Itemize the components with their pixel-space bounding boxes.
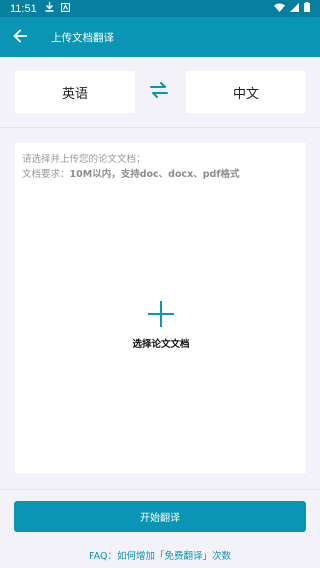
wifi-icon — [274, 2, 285, 15]
select-document-label: 选择论文文档 — [132, 339, 190, 350]
hint-line-2: 文档要求：10M以内，支持doc、docx、pdf格式 — [22, 167, 239, 182]
hint-requirement-detail: 10M以内，支持doc、docx、pdf格式 — [69, 169, 240, 180]
swap-icon — [150, 82, 168, 102]
select-document-button[interactable]: 选择论文文档 — [111, 299, 211, 351]
app-bar: 上传文档翻译 — [0, 17, 320, 57]
upload-area: 请选择并上传您的论文文档； 文档要求：10M以内，支持doc、docx、pdf格… — [15, 143, 306, 473]
language-selector: 英语 中文 — [0, 57, 320, 127]
faq-link[interactable]: FAQ：如何增加「免费翻译」次数 — [0, 548, 320, 562]
swap-language-button[interactable] — [148, 81, 170, 103]
plus-icon — [146, 299, 176, 329]
signal-icon — [290, 2, 299, 15]
arrow-left-icon — [13, 28, 27, 47]
download-icon — [45, 2, 54, 15]
hint-line-1: 请选择并上传您的论文文档； — [22, 154, 146, 165]
hint-requirement-label: 文档要求： — [22, 169, 70, 180]
status-time: 11:51 — [10, 2, 37, 15]
battery-icon — [304, 2, 310, 15]
divider — [0, 127, 320, 128]
start-translation-button[interactable]: 开始翻译 — [14, 501, 306, 532]
back-button[interactable] — [0, 17, 40, 57]
upload-hint: 请选择并上传您的论文文档； 文档要求：10M以内，支持doc、docx、pdf格… — [22, 152, 239, 182]
target-language-button[interactable]: 中文 — [186, 71, 306, 113]
source-language-button[interactable]: 英语 — [15, 71, 135, 113]
divider — [0, 489, 320, 490]
app-icon — [60, 2, 70, 15]
status-bar: 11:51 — [0, 0, 320, 17]
page-title: 上传文档翻译 — [51, 31, 114, 44]
